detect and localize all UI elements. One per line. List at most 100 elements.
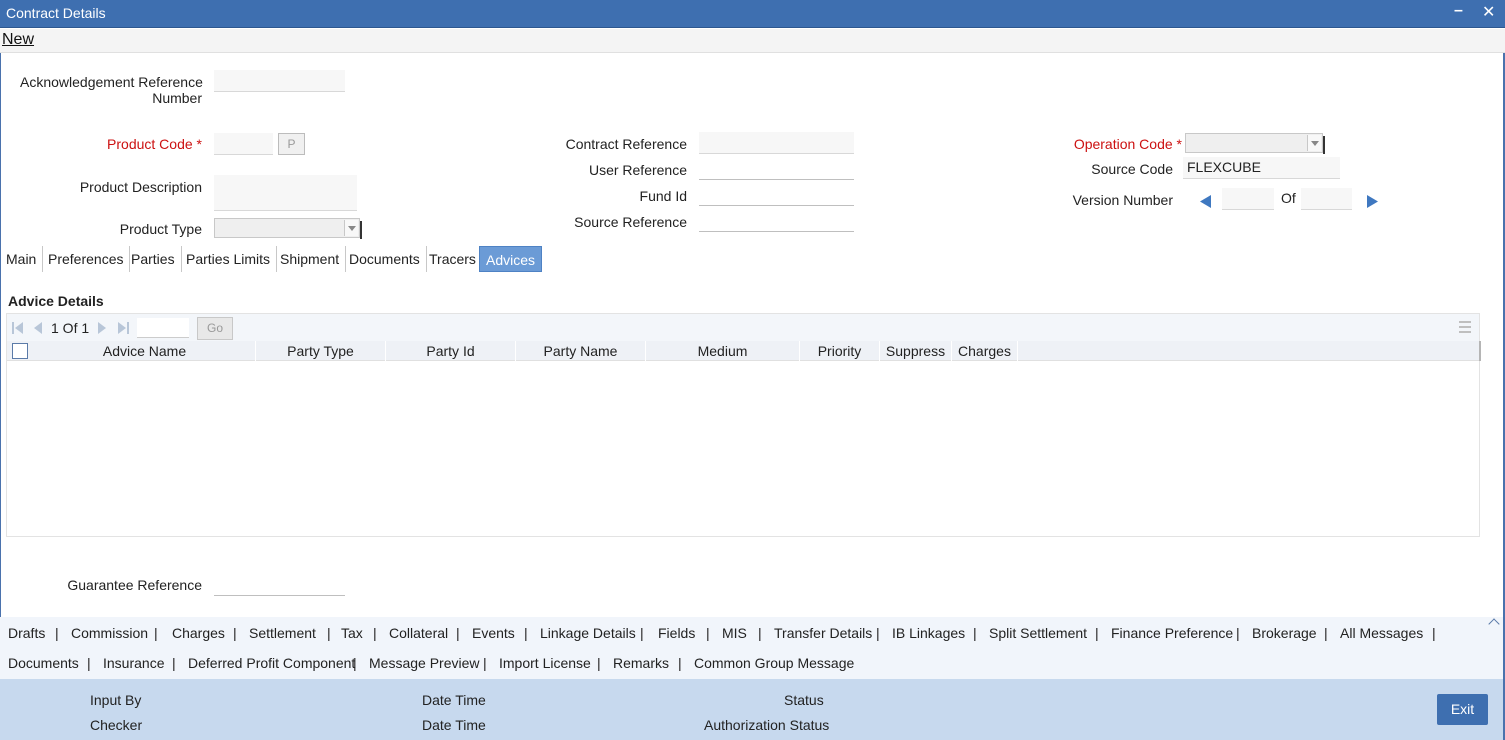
columns-icon[interactable] xyxy=(1459,321,1471,333)
product-desc-label: Product Description xyxy=(79,179,202,195)
subscreen-link-import-license[interactable]: Import License xyxy=(499,655,591,671)
tab-parties-limits[interactable]: Parties Limits xyxy=(180,246,278,272)
tab-parties[interactable]: Parties xyxy=(125,246,182,272)
subscreen-link-documents[interactable]: Documents xyxy=(8,655,79,671)
pager-text: 1 Of 1 xyxy=(51,320,90,336)
chevron-down-icon xyxy=(1307,135,1321,151)
tab-shipment[interactable]: Shipment xyxy=(274,246,347,272)
menu-bar: New xyxy=(0,29,1505,53)
product-type-label: Product Type xyxy=(119,221,202,237)
subscreen-link-tax[interactable]: Tax xyxy=(341,625,363,641)
tab-documents[interactable]: Documents xyxy=(343,246,427,272)
subscreen-link-all-messages[interactable]: All Messages xyxy=(1340,625,1423,641)
col-advice-name[interactable]: Advice Name xyxy=(34,341,256,361)
tab-advices[interactable]: Advices xyxy=(479,246,543,272)
operation-code-select[interactable] xyxy=(1185,133,1325,154)
subscreen-link-events[interactable]: Events xyxy=(472,625,515,641)
minimize-icon[interactable]: – xyxy=(1454,2,1463,20)
tab-tracers[interactable]: Tracers xyxy=(423,246,482,272)
go-button[interactable]: Go xyxy=(197,317,233,340)
link-separator: | xyxy=(87,655,91,671)
select-all-checkbox[interactable] xyxy=(12,343,28,359)
select-shadow xyxy=(360,221,362,239)
link-separator: | xyxy=(1432,625,1436,641)
source-code-field[interactable]: FLEXCUBE xyxy=(1183,157,1340,179)
version-total-field xyxy=(1301,188,1352,210)
subscreen-link-common-group-message[interactable]: Common Group Message xyxy=(694,655,854,671)
subscreen-link-brokerage[interactable]: Brokerage xyxy=(1252,625,1317,641)
user-ref-label: User Reference xyxy=(588,162,687,178)
subscreen-link-split-settlement[interactable]: Split Settlement xyxy=(989,625,1087,641)
col-party-type[interactable]: Party Type xyxy=(256,341,386,361)
link-separator: | xyxy=(373,625,377,641)
link-separator: | xyxy=(524,625,528,641)
ack-ref-label-2: Number xyxy=(152,90,202,106)
col-party-name[interactable]: Party Name xyxy=(516,341,646,361)
subscreen-link-transfer-details[interactable]: Transfer Details xyxy=(774,625,872,641)
col-party-id[interactable]: Party Id xyxy=(386,341,516,361)
product-type-select[interactable] xyxy=(214,218,362,239)
version-number-field[interactable] xyxy=(1222,188,1274,210)
col-priority[interactable]: Priority xyxy=(800,341,880,361)
subscreen-link-deferred-profit-component[interactable]: Deferred Profit Component xyxy=(188,655,355,671)
version-number-label: Version Number xyxy=(1072,192,1173,208)
link-separator: | xyxy=(706,625,710,641)
subscreen-link-finance-preference[interactable]: Finance Preference xyxy=(1111,625,1233,641)
subscreen-link-insurance[interactable]: Insurance xyxy=(103,655,164,671)
grid-pager: 1 Of 1 Go xyxy=(7,314,1479,341)
grid-scrollbar[interactable] xyxy=(1479,341,1481,361)
subscreen-link-drafts[interactable]: Drafts xyxy=(8,625,45,641)
subscreen-link-fields[interactable]: Fields xyxy=(658,625,695,641)
link-separator: | xyxy=(55,625,59,641)
subscreen-link-commission[interactable]: Commission xyxy=(71,625,148,641)
previous-version-icon[interactable] xyxy=(1199,195,1212,208)
product-code-field[interactable] xyxy=(214,133,273,155)
last-page-icon[interactable] xyxy=(117,322,129,334)
product-code-lov-button[interactable]: P xyxy=(278,133,305,155)
subscreen-link-collateral[interactable]: Collateral xyxy=(389,625,448,641)
chevron-up-icon[interactable] xyxy=(1488,618,1500,630)
page-number-input[interactable] xyxy=(137,318,189,338)
link-separator: | xyxy=(154,625,158,641)
subscreen-link-ib-linkages[interactable]: IB Linkages xyxy=(892,625,965,641)
close-icon[interactable]: ✕ xyxy=(1482,2,1495,22)
contract-ref-field[interactable] xyxy=(699,132,854,154)
link-separator: | xyxy=(678,655,682,671)
guarantee-ref-label: Guarantee Reference xyxy=(67,577,202,593)
col-medium[interactable]: Medium xyxy=(646,341,800,361)
advice-details-title: Advice Details xyxy=(8,293,104,309)
grid-header: Advice Name Party Type Party Id Party Na… xyxy=(7,341,1479,361)
subscreen-link-mis[interactable]: MIS xyxy=(722,625,747,641)
subscreen-link-charges[interactable]: Charges xyxy=(172,625,225,641)
link-separator: | xyxy=(456,625,460,641)
tab-main[interactable]: Main xyxy=(0,246,44,272)
new-link[interactable]: New xyxy=(2,31,34,49)
user-ref-field[interactable] xyxy=(699,158,854,180)
subscreen-link-settlement[interactable]: Settlement xyxy=(249,625,316,641)
fund-id-field[interactable] xyxy=(699,184,854,206)
operation-code-label: Operation Code * xyxy=(1073,136,1182,152)
subscreen-link-remarks[interactable]: Remarks xyxy=(613,655,669,671)
previous-page-icon[interactable] xyxy=(33,322,43,334)
ack-ref-field[interactable] xyxy=(214,70,345,92)
first-page-icon[interactable] xyxy=(12,322,24,334)
next-version-icon[interactable] xyxy=(1366,195,1379,208)
tab-preferences[interactable]: Preferences xyxy=(42,246,131,272)
source-ref-field[interactable] xyxy=(699,210,854,232)
next-page-icon[interactable] xyxy=(97,322,107,334)
col-suppress[interactable]: Suppress xyxy=(880,341,952,361)
guarantee-ref-field[interactable] xyxy=(214,574,345,596)
subscreen-links: Drafts Commission Charges Settlement Tax Coll… xyxy=(0,617,1503,679)
date-time-label-2: Date Time xyxy=(422,717,486,733)
window-title: Contract Details xyxy=(6,5,106,21)
source-code-label: Source Code xyxy=(1091,161,1173,177)
col-charges[interactable]: Charges xyxy=(952,341,1018,361)
subscreen-link-message-preview[interactable]: Message Preview xyxy=(369,655,480,671)
exit-button[interactable]: Exit xyxy=(1437,694,1488,725)
subscreen-link-linkage-details[interactable]: Linkage Details xyxy=(540,625,636,641)
link-separator: | xyxy=(327,625,331,641)
product-desc-field[interactable] xyxy=(214,175,357,211)
link-separator: | xyxy=(1236,625,1240,641)
checker-label: Checker xyxy=(90,717,143,733)
window-titlebar: Contract Details – ✕ xyxy=(0,0,1505,28)
